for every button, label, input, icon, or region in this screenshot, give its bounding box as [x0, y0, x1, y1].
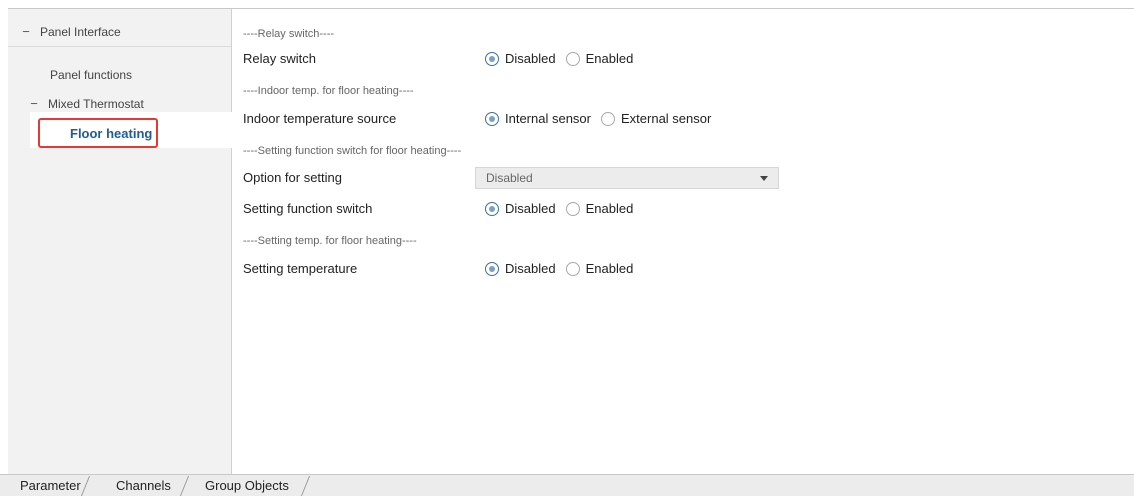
- radio-label: Disabled: [505, 261, 556, 276]
- setting-temperature-disabled-radio[interactable]: Disabled: [485, 261, 556, 276]
- radio-unselected-icon: [565, 201, 580, 216]
- setting-temperature-enabled-radio[interactable]: Enabled: [565, 261, 634, 276]
- setting-function-disabled-radio[interactable]: Disabled: [485, 201, 556, 216]
- setting-function-enabled-radio[interactable]: Enabled: [565, 201, 634, 216]
- relay-switch-disabled-radio[interactable]: Disabled: [485, 51, 556, 66]
- section-header: ----Indoor temp. for floor heating----: [243, 85, 414, 97]
- collapse-icon[interactable]: −: [20, 24, 32, 40]
- relay-switch-enabled-radio[interactable]: Enabled: [565, 51, 634, 66]
- bottom-tab-bar: Parameter Channels Group Objects: [0, 474, 1134, 496]
- section-header: ----Relay switch----: [243, 28, 335, 40]
- tab-channels[interactable]: Channels: [116, 478, 171, 493]
- radio-label: Enabled: [585, 201, 634, 216]
- external-sensor-radio[interactable]: External sensor: [601, 111, 711, 126]
- radio-selected-icon: [485, 111, 499, 126]
- tab-divider: [80, 476, 91, 496]
- tree-item-label: Mixed Thermostat: [48, 97, 144, 111]
- tab-divider: [300, 476, 311, 496]
- parameter-panel: ----Relay switch---- Relay switch Disabl…: [232, 9, 1134, 474]
- radio-label: Internal sensor: [505, 111, 591, 126]
- tab-parameter[interactable]: Parameter: [20, 478, 81, 493]
- radio-label: External sensor: [621, 111, 712, 126]
- relay-switch-radio-group: Disabled Enabled: [485, 51, 643, 66]
- setting-temperature-radio-group: Disabled Enabled: [485, 261, 643, 276]
- dropdown-value: Disabled: [486, 171, 533, 185]
- tree-item-panel-functions[interactable]: Panel functions: [50, 67, 132, 83]
- tree-item-panel-interface[interactable]: − Panel Interface: [20, 24, 121, 40]
- radio-label: Enabled: [585, 261, 634, 276]
- indoor-temperature-source-label: Indoor temperature source: [243, 111, 397, 126]
- radio-label: Disabled: [505, 51, 556, 66]
- radio-unselected-icon: [565, 261, 580, 276]
- radio-selected-icon: [485, 51, 499, 66]
- tab-group-objects[interactable]: Group Objects: [205, 478, 289, 493]
- indoor-temperature-source-radio-group: Internal sensor External sensor: [485, 111, 721, 126]
- chevron-down-icon: [760, 176, 768, 181]
- setting-temperature-label: Setting temperature: [243, 261, 358, 276]
- radio-selected-icon: [485, 201, 499, 216]
- section-header: ----Setting temp. for floor heating----: [243, 235, 417, 247]
- radio-unselected-icon: [601, 111, 615, 126]
- setting-function-switch-label: Setting function switch: [243, 201, 373, 216]
- radio-label: Enabled: [585, 51, 634, 66]
- parameter-tree: − Panel Interface Panel functions − Mixed …: [8, 9, 232, 474]
- radio-selected-icon: [485, 261, 499, 276]
- relay-switch-label: Relay switch: [243, 51, 316, 66]
- tree-item-label: Panel functions: [50, 68, 133, 82]
- internal-sensor-radio[interactable]: Internal sensor: [485, 111, 591, 126]
- tree-divider: [8, 46, 231, 47]
- radio-label: Disabled: [505, 201, 556, 216]
- radio-unselected-icon: [565, 51, 580, 66]
- setting-function-switch-radio-group: Disabled Enabled: [485, 201, 643, 216]
- tree-item-label: Panel Interface: [40, 25, 121, 39]
- tree-item-floor-heating[interactable]: Floor heating: [70, 126, 152, 141]
- section-header: ----Setting function switch for floor he…: [243, 145, 462, 157]
- option-for-setting-label: Option for setting: [243, 170, 342, 185]
- collapse-icon[interactable]: −: [28, 96, 40, 112]
- option-for-setting-dropdown[interactable]: Disabled: [475, 167, 779, 189]
- tree-item-mixed-thermostat[interactable]: − Mixed Thermostat: [28, 96, 144, 112]
- tab-divider: [179, 476, 190, 496]
